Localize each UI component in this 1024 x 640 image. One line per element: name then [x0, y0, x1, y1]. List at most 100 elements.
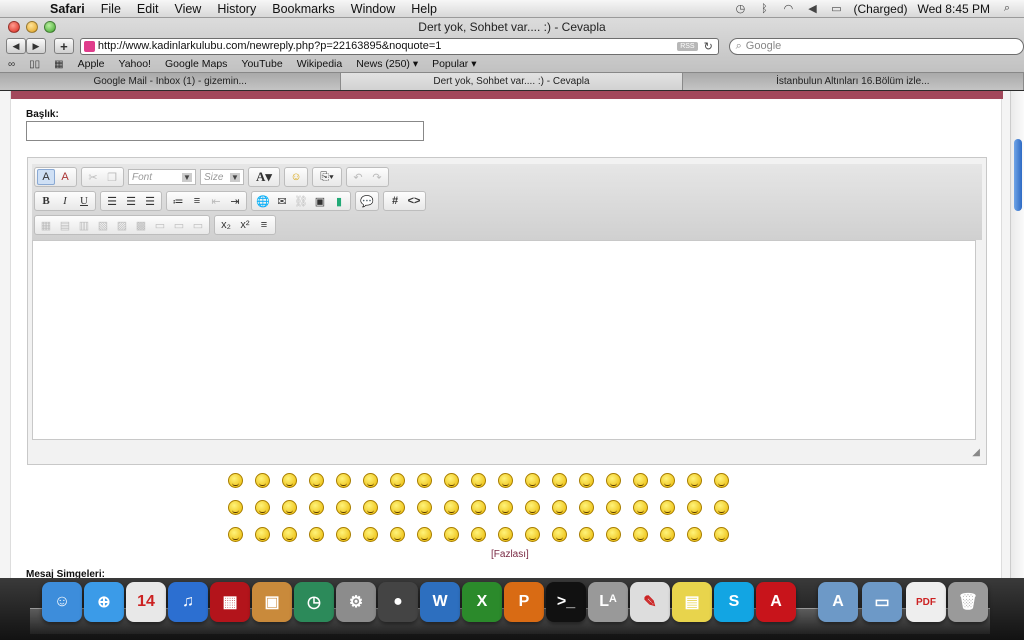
smilie-icon[interactable] — [331, 496, 355, 518]
smilie-icon[interactable] — [466, 523, 490, 545]
iphoto-icon[interactable]: ▣ — [252, 582, 292, 622]
smilie-icon[interactable] — [493, 469, 517, 491]
battery-icon[interactable]: ▭ — [829, 3, 843, 15]
ordered-list-icon[interactable]: ≔ — [169, 193, 187, 209]
photo-booth-icon[interactable]: ▦ — [210, 582, 250, 622]
smilie-icon[interactable] — [547, 496, 571, 518]
clock[interactable]: Wed 8:45 PM — [918, 2, 990, 16]
size-select[interactable]: Size ▼ — [200, 169, 244, 185]
attach-icon[interactable]: ⎘▾ — [315, 169, 339, 185]
battery-status[interactable]: (Charged) — [853, 2, 907, 16]
ical-icon[interactable]: 14 — [126, 582, 166, 622]
smilie-icon[interactable] — [358, 469, 382, 491]
smilie-icon[interactable] — [628, 496, 652, 518]
align-center-icon[interactable]: ☰ — [122, 193, 140, 209]
wysiwyg-mode-icon[interactable]: A — [37, 169, 55, 185]
quote-icon[interactable]: 💬 — [358, 193, 376, 209]
spotlight-icon[interactable]: ⌕ — [1000, 2, 1014, 15]
word-icon[interactable]: W — [420, 582, 460, 622]
align-right-icon[interactable]: ☰ — [141, 193, 159, 209]
menu-view[interactable]: View — [166, 2, 209, 16]
smilie-icon[interactable] — [277, 523, 301, 545]
menu-safari[interactable]: Safari — [42, 2, 93, 16]
volume-icon[interactable]: ◀ — [805, 3, 819, 15]
cell-center-icon[interactable]: ▭ — [170, 217, 188, 233]
safari-icon[interactable]: ⊕ — [84, 582, 124, 622]
documents-folder-icon[interactable]: ▭ — [862, 582, 902, 622]
unlink-icon[interactable]: ⛓ — [292, 193, 310, 209]
pdf-document-icon[interactable]: PDF — [906, 582, 946, 622]
smilie-icon[interactable] — [304, 496, 328, 518]
indent-icon[interactable]: ⇥ — [226, 193, 244, 209]
excel-icon[interactable]: X — [462, 582, 502, 622]
bookmark-google-maps[interactable]: Google Maps — [165, 58, 227, 70]
smilie-icon[interactable] — [574, 523, 598, 545]
smilie-icon[interactable] — [520, 469, 544, 491]
cut-icon[interactable]: ✂ — [84, 169, 102, 185]
smilie-icon[interactable] — [331, 469, 355, 491]
smilie-icon[interactable] — [358, 523, 382, 545]
table-icon[interactable]: ▦ — [37, 217, 55, 233]
smilie-icon[interactable] — [655, 469, 679, 491]
rss-button[interactable]: RSS — [677, 41, 698, 51]
tab-istanbulun-altinlari[interactable]: İstanbulun Altınları 16.Bölüm izle... — [683, 73, 1024, 90]
menu-bookmarks[interactable]: Bookmarks — [264, 2, 343, 16]
back-button[interactable]: ◀ — [6, 38, 26, 54]
url-text[interactable]: http://www.kadinlarkulubu.com/newreply.p… — [98, 40, 674, 52]
menu-file[interactable]: File — [93, 2, 129, 16]
smilie-icon[interactable] — [466, 469, 490, 491]
smilie-icon[interactable] — [466, 496, 490, 518]
hash-icon[interactable]: # — [386, 193, 404, 209]
table-delete-icon[interactable]: ▧ — [94, 217, 112, 233]
reading-list-icon[interactable]: ∞ — [8, 59, 15, 70]
table-merge-icon[interactable]: ▨ — [113, 217, 131, 233]
smilie-icon[interactable] — [412, 523, 436, 545]
scrollbar-thumb[interactable] — [1014, 139, 1022, 211]
menu-window[interactable]: Window — [343, 2, 403, 16]
smilie-icon[interactable] — [628, 469, 652, 491]
email-icon[interactable]: ✉ — [273, 193, 291, 209]
smilie-icon[interactable] — [277, 469, 301, 491]
terminal-icon[interactable]: >_ — [546, 582, 586, 622]
smilie-icon[interactable] — [682, 496, 706, 518]
menu-help[interactable]: Help — [403, 2, 445, 16]
subscript-icon[interactable]: x₂ — [217, 217, 235, 233]
bookmark-apple[interactable]: Apple — [78, 58, 105, 70]
finder-icon[interactable]: ☺ — [42, 582, 82, 622]
table-row-icon[interactable]: ▤ — [56, 217, 74, 233]
address-bar[interactable]: http://www.kadinlarkulubu.com/newreply.p… — [79, 37, 719, 55]
smilie-icon[interactable] — [682, 469, 706, 491]
unordered-list-icon[interactable]: ≡ — [188, 193, 206, 209]
stickies-icon[interactable]: ▤ — [672, 582, 712, 622]
code-icon[interactable]: <> — [405, 193, 423, 209]
menu-history[interactable]: History — [209, 2, 264, 16]
outdent-icon[interactable]: ⇤ — [207, 193, 225, 209]
smilie-icon[interactable] — [520, 496, 544, 518]
text-color-icon[interactable]: A▾ — [251, 169, 277, 185]
smilie-icon[interactable] — [439, 523, 463, 545]
smilie-icon[interactable] — [601, 469, 625, 491]
molecule-app-icon[interactable]: ● — [378, 582, 418, 622]
cell-left-icon[interactable]: ▭ — [151, 217, 169, 233]
smilie-icon[interactable] — [304, 523, 328, 545]
tab-google-mail[interactable]: Google Mail - Inbox (1) - gizemin... — [0, 73, 342, 90]
search-field[interactable]: ⌕ Google — [728, 37, 1024, 55]
smilie-icon[interactable] — [358, 496, 382, 518]
skype-icon[interactable]: S — [714, 582, 754, 622]
system-preferences-icon[interactable]: ⚙ — [336, 582, 376, 622]
bookmark-wikipedia[interactable]: Wikipedia — [297, 58, 343, 70]
smilie-icon[interactable] — [331, 523, 355, 545]
acrobat-icon[interactable]: A — [756, 582, 796, 622]
smilie-icon[interactable] — [709, 496, 733, 518]
top-sites-grid-icon[interactable]: ▦ — [54, 59, 63, 70]
smilie-icon[interactable] — [223, 523, 247, 545]
smilie-icon[interactable] — [439, 496, 463, 518]
smilie-icon[interactable] — [655, 496, 679, 518]
underline-icon[interactable]: U — [75, 193, 93, 209]
wifi-icon[interactable]: ◠ — [781, 3, 795, 15]
smilie-icon[interactable] — [628, 523, 652, 545]
smilie-icon[interactable] — [682, 523, 706, 545]
table-col-icon[interactable]: ▥ — [75, 217, 93, 233]
bookmark-popular-folder[interactable]: Popular ▾ — [432, 58, 476, 70]
title-input[interactable] — [26, 121, 424, 141]
